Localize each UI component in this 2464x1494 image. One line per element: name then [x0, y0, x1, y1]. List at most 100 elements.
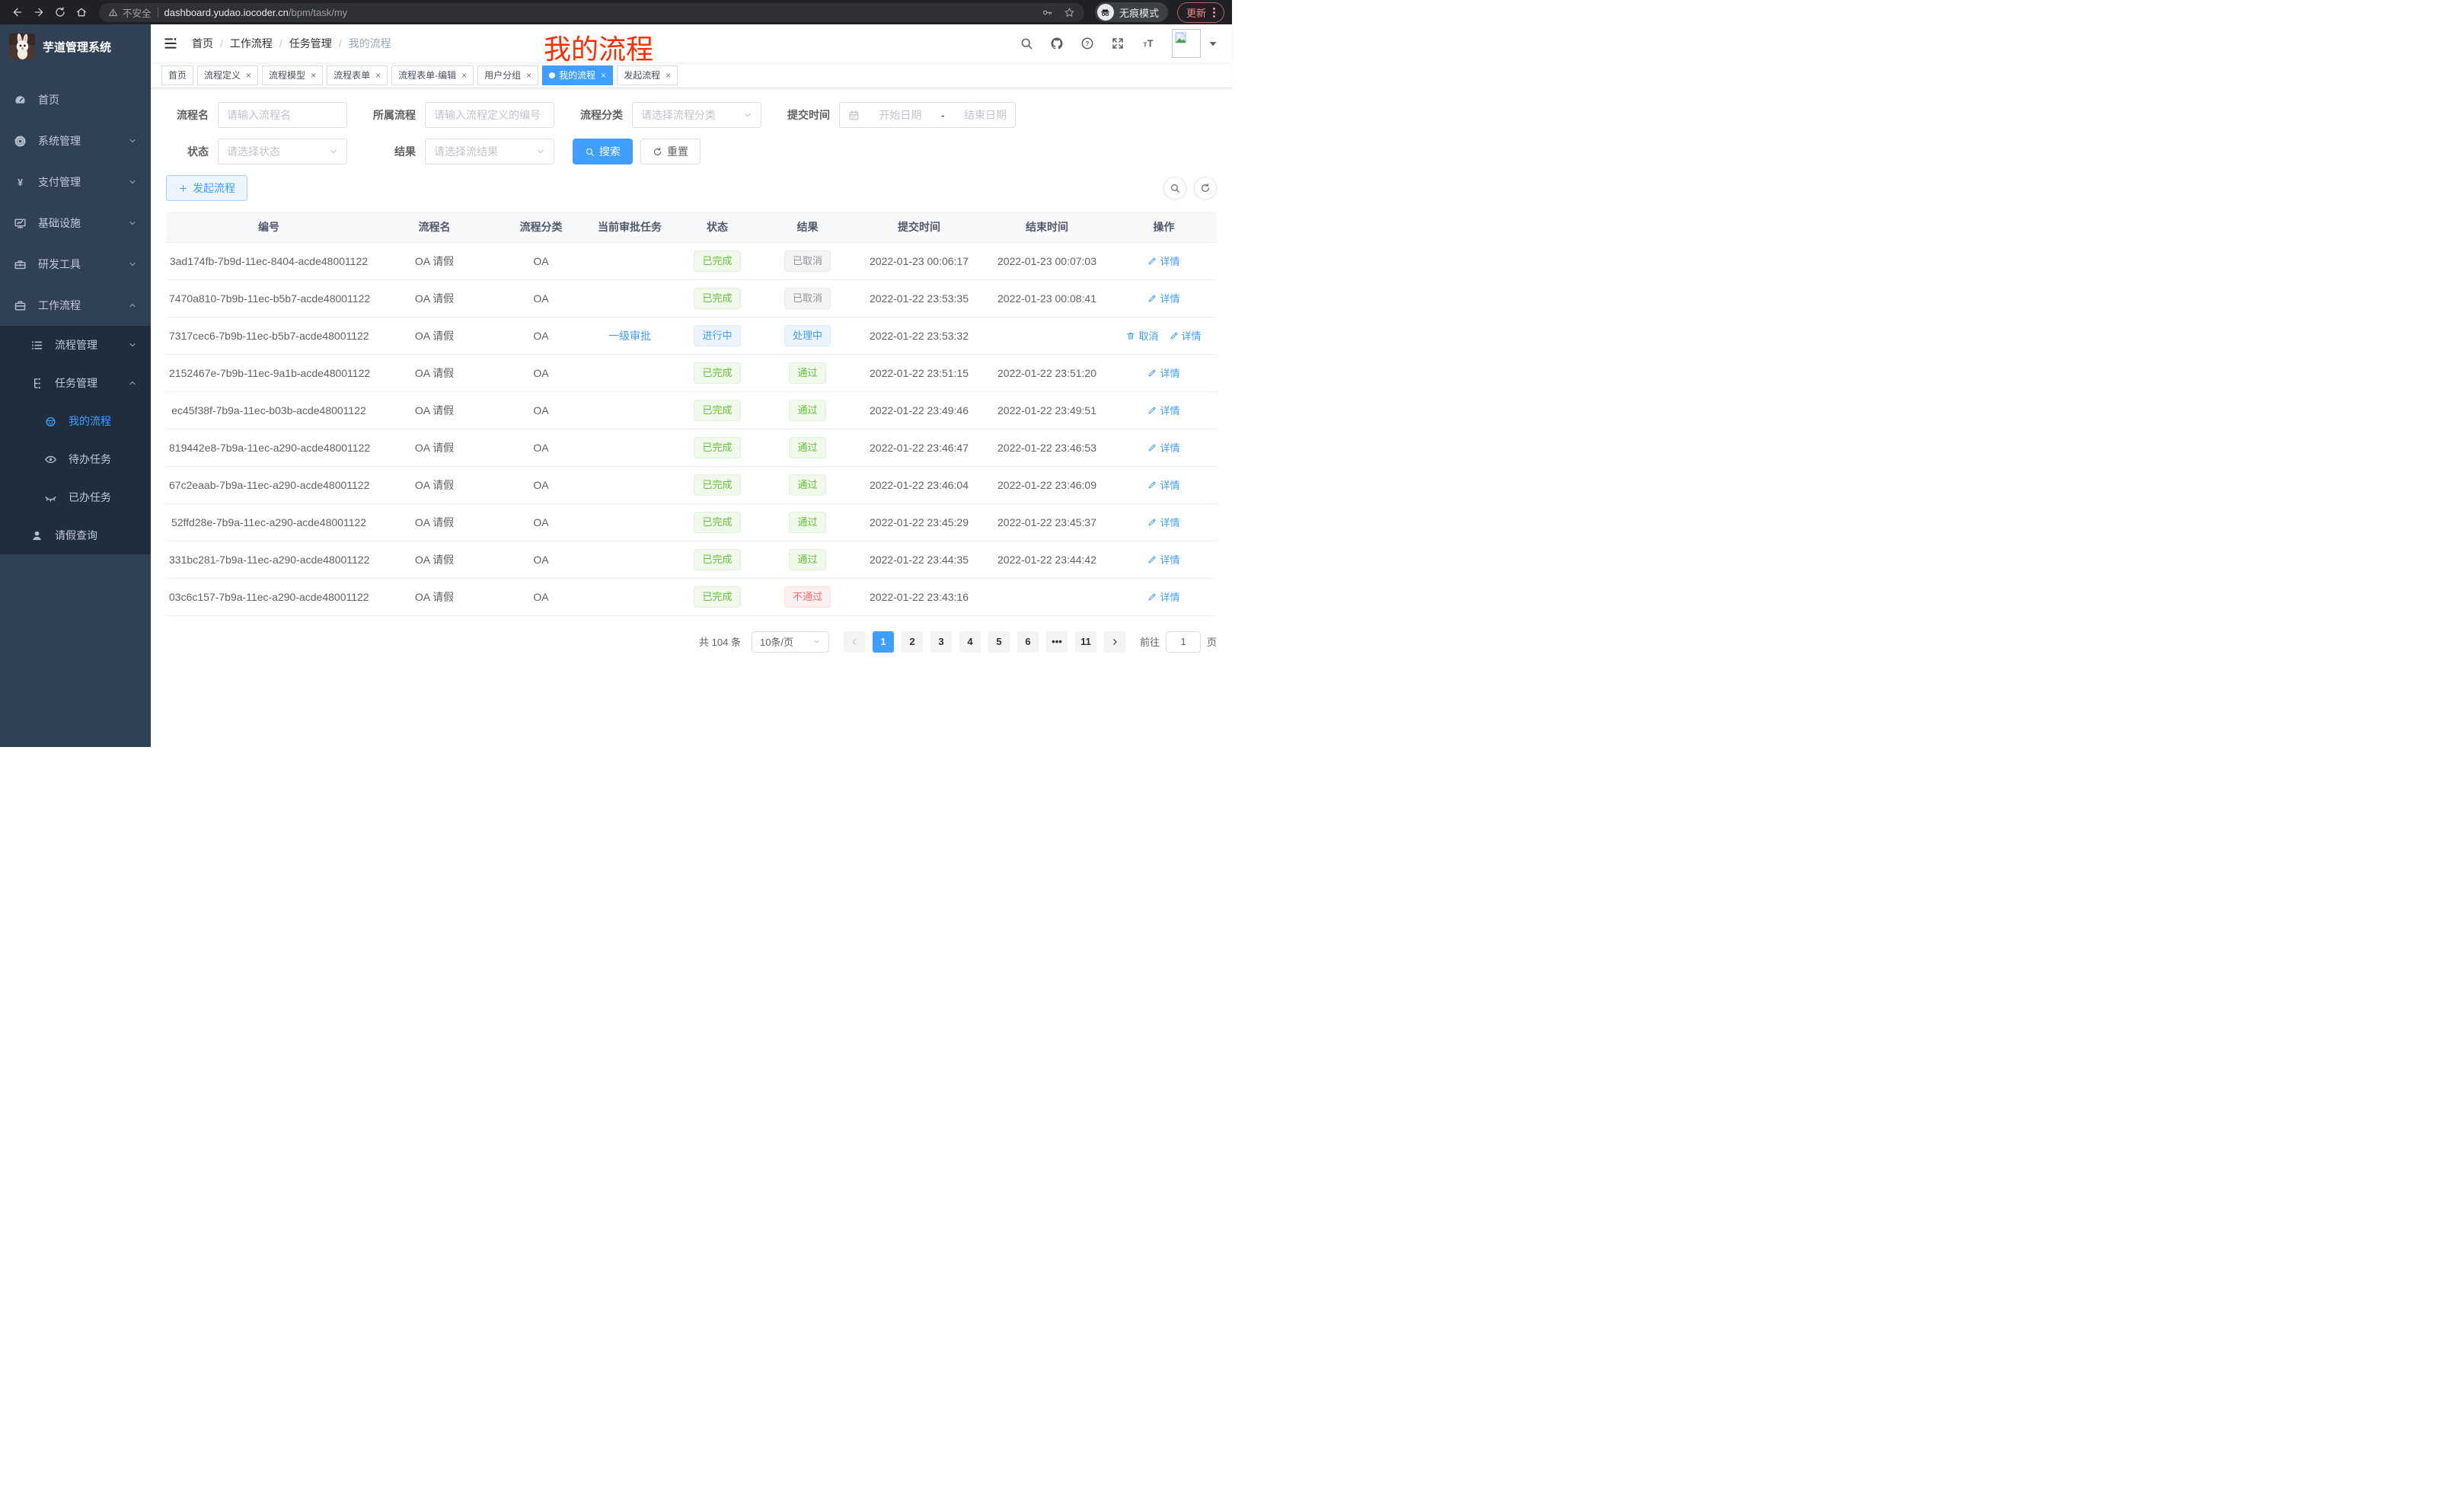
tab-我的流程[interactable]: 我的流程×	[542, 65, 613, 85]
sidebar-item-任务管理[interactable]: 任务管理	[0, 364, 151, 402]
prev-page-button[interactable]	[844, 631, 865, 653]
fullscreen-icon[interactable]	[1111, 37, 1125, 50]
close-tab-icon[interactable]: ×	[375, 71, 381, 80]
search-icon	[1170, 183, 1180, 193]
page-button-11[interactable]: 11	[1075, 631, 1096, 653]
status-badge: 已完成	[694, 251, 740, 272]
app-logo[interactable]: 芋道管理系统	[0, 24, 151, 69]
browser-menu-icon[interactable]	[1213, 8, 1215, 18]
cell-submit-time: 2022-01-22 23:44:35	[855, 541, 983, 578]
bookmark-star-icon[interactable]	[1064, 7, 1075, 18]
cell-end-time: 2022-01-22 23:44:42	[983, 541, 1111, 578]
help-icon[interactable]: ?	[1080, 37, 1094, 50]
close-tab-icon[interactable]: ×	[665, 71, 671, 80]
detail-action-link[interactable]: 详情	[1147, 477, 1179, 492]
detail-action-link[interactable]: 详情	[1147, 254, 1179, 268]
chevron-up-icon	[128, 378, 137, 388]
sidebar-collapse-icon[interactable]	[163, 36, 178, 51]
browser-home-button[interactable]	[72, 2, 91, 22]
submit-time-range-picker[interactable]: 开始日期 - 结束日期	[839, 102, 1016, 128]
tab-流程定义[interactable]: 流程定义×	[197, 65, 258, 85]
sidebar-item-流程管理[interactable]: 流程管理	[0, 326, 151, 364]
cancel-action-link[interactable]: 取消	[1126, 328, 1158, 343]
detail-action-link[interactable]: 详情	[1147, 589, 1179, 604]
toggle-search-button[interactable]	[1163, 177, 1186, 200]
sidebar-item-工作流程[interactable]: 工作流程	[0, 285, 151, 326]
page-button-5[interactable]: 5	[988, 631, 1010, 653]
sidebar-item-请假查询[interactable]: 请假查询	[0, 516, 151, 554]
font-size-icon[interactable]: TT	[1141, 37, 1155, 50]
sidebar-item-待办任务[interactable]: 待办任务	[0, 440, 151, 478]
browser-update-button[interactable]: 更新	[1177, 2, 1224, 23]
next-page-button[interactable]	[1104, 631, 1125, 653]
reset-button[interactable]: 重置	[640, 139, 701, 164]
detail-action-link[interactable]: 详情	[1147, 552, 1179, 567]
refresh-table-button[interactable]	[1194, 177, 1217, 200]
detail-action-link[interactable]: 详情	[1170, 328, 1202, 343]
cell-process-name: OA 请假	[372, 354, 497, 391]
page-button-4[interactable]: 4	[959, 631, 981, 653]
breadcrumb-item[interactable]: 工作流程	[230, 36, 273, 51]
detail-action-link[interactable]: 详情	[1147, 366, 1179, 380]
tab-首页[interactable]: 首页	[161, 65, 193, 85]
table-row: 67c2eaab-7b9a-11ec-a290-acde48001122OA 请…	[166, 466, 1217, 503]
cell-result: 通过	[760, 466, 855, 503]
github-icon[interactable]	[1050, 37, 1064, 50]
status-select[interactable]: 请选择状态	[218, 139, 347, 164]
cell-category: OA	[497, 429, 585, 466]
search-button[interactable]: 搜索	[573, 139, 633, 164]
browser-reload-button[interactable]	[50, 2, 70, 22]
action-label: 详情	[1160, 589, 1179, 604]
cell-current-task	[585, 578, 675, 615]
sidebar-item-支付管理[interactable]: ¥支付管理	[0, 161, 151, 203]
start-process-button[interactable]: 发起流程	[166, 175, 247, 201]
user-menu[interactable]	[1172, 29, 1220, 58]
security-indicator[interactable]: 不安全	[108, 5, 152, 20]
key-icon[interactable]	[1042, 7, 1053, 18]
more-pages-button[interactable]: •••	[1046, 631, 1068, 653]
close-tab-icon[interactable]: ×	[311, 71, 316, 80]
sidebar-item-已办任务[interactable]: 已办任务	[0, 478, 151, 516]
address-bar[interactable]: 不安全 dashboard.yudao.iocoder.cn/bpm/task/…	[99, 3, 1084, 22]
tab-流程表单-编辑[interactable]: 流程表单-编辑×	[391, 65, 474, 85]
close-tab-icon[interactable]: ×	[246, 71, 251, 80]
avatar[interactable]	[1172, 29, 1201, 58]
tab-流程模型[interactable]: 流程模型×	[262, 65, 323, 85]
sidebar-item-首页[interactable]: 首页	[0, 79, 151, 120]
breadcrumb-item[interactable]: 任务管理	[289, 36, 332, 51]
page-button-2[interactable]: 2	[902, 631, 923, 653]
detail-action-link[interactable]: 详情	[1147, 515, 1179, 529]
process-definition-input[interactable]	[425, 102, 554, 128]
page-button-1[interactable]: 1	[873, 631, 894, 653]
search-icon[interactable]	[1020, 37, 1033, 50]
breadcrumb-item[interactable]: 首页	[192, 36, 213, 51]
close-tab-icon[interactable]: ×	[601, 71, 606, 80]
current-task-link[interactable]: 一级审批	[608, 330, 651, 342]
page-button-3[interactable]: 3	[930, 631, 952, 653]
tab-用户分组[interactable]: 用户分组×	[477, 65, 538, 85]
result-select[interactable]: 请选择流结果	[425, 139, 554, 164]
yen-icon: ¥	[14, 176, 27, 189]
process-name-input[interactable]	[218, 102, 347, 128]
goto-page-input[interactable]	[1166, 631, 1201, 653]
browser-forward-button[interactable]	[29, 2, 49, 22]
close-tab-icon[interactable]: ×	[526, 71, 531, 80]
detail-action-link[interactable]: 详情	[1147, 291, 1179, 305]
sidebar-item-我的流程[interactable]: 我的流程	[0, 402, 151, 440]
close-tab-icon[interactable]: ×	[461, 71, 467, 80]
page-size-select[interactable]: 10条/页	[752, 631, 829, 653]
detail-action-link[interactable]: 详情	[1147, 440, 1179, 455]
sidebar-item-系统管理[interactable]: 系统管理	[0, 120, 151, 161]
pencil-icon	[1147, 406, 1157, 415]
tab-发起流程[interactable]: 发起流程×	[617, 65, 678, 85]
process-category-select[interactable]: 请选择流程分类	[632, 102, 761, 128]
browser-back-button[interactable]	[8, 2, 27, 22]
sidebar-item-研发工具[interactable]: 研发工具	[0, 244, 151, 285]
detail-action-link[interactable]: 详情	[1147, 403, 1179, 417]
action-label: 取消	[1138, 328, 1158, 343]
tab-流程表单[interactable]: 流程表单×	[327, 65, 388, 85]
sidebar-item-基础设施[interactable]: 基础设施	[0, 203, 151, 244]
page-button-6[interactable]: 6	[1017, 631, 1039, 653]
cell-status: 已完成	[675, 391, 760, 429]
filter-submit-time: 提交时间 开始日期 - 结束日期	[769, 102, 1016, 128]
